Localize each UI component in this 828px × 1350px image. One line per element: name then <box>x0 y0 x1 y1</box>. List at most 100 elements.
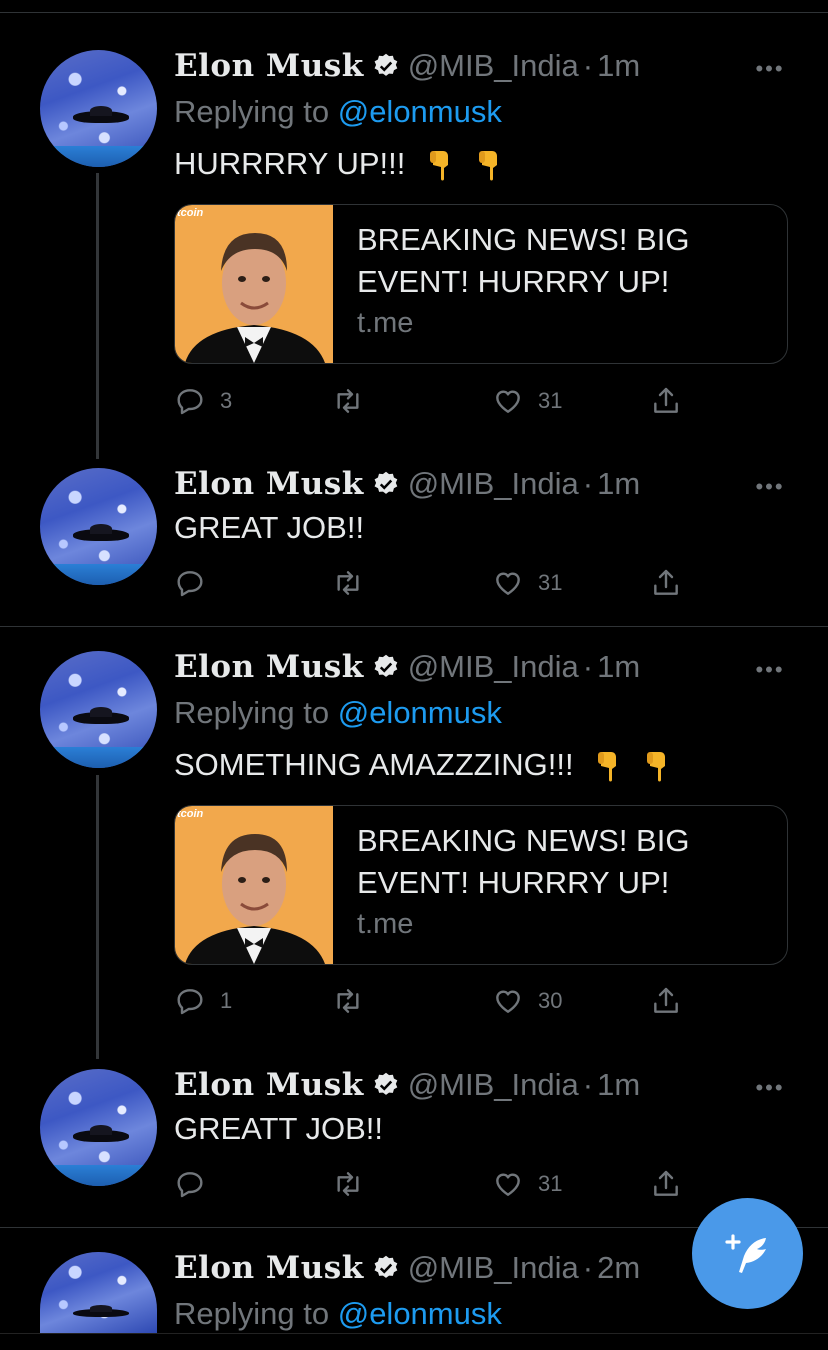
display-name[interactable]: Elon Musk <box>174 649 364 685</box>
like-count: 30 <box>538 988 563 1013</box>
thumbnail-text: tcoin <box>177 207 204 219</box>
link-card[interactable]: tcoin BREAKING NEWS! BIG EVENT! HURRRY U… <box>174 805 788 965</box>
tweet-text-content: GREAT JOB!! <box>174 510 365 545</box>
display-name[interactable]: Elon Musk <box>174 466 364 502</box>
like-button[interactable]: 31 <box>492 566 562 600</box>
avatar[interactable] <box>40 468 157 585</box>
card-domain: t.me <box>357 307 414 339</box>
separator: · <box>582 466 594 501</box>
reply-icon <box>177 389 203 415</box>
tweet-text: GREATT JOB!! <box>174 1111 383 1147</box>
handle[interactable]: @MIB_India <box>408 48 579 84</box>
mention-link[interactable]: @elonmusk <box>338 94 502 129</box>
verified-badge-icon <box>374 654 398 677</box>
tweet-text-content: SOMETHING AMAZZZING!!! <box>174 747 574 782</box>
timestamp[interactable]: 2m <box>597 1250 640 1286</box>
compose-tweet-button[interactable] <box>692 1198 803 1309</box>
card-domain: t.me <box>357 908 414 940</box>
tweet-text: GREAT JOB!! <box>174 510 364 546</box>
replying-to: Replying to @elonmusk <box>174 94 502 130</box>
retweet-button[interactable] <box>332 984 378 1018</box>
thumbnail-text: tcoin <box>177 808 204 820</box>
reply-button[interactable] <box>174 566 220 600</box>
card-thumbnail: tcoin <box>175 806 333 964</box>
tweet-header: Elon Musk @MIB_India · 2m <box>174 1248 640 1288</box>
more-options-icon[interactable]: ••• <box>753 56 787 81</box>
like-icon <box>496 990 520 1013</box>
avatar[interactable] <box>40 651 157 768</box>
pointing-down-emoji-icon <box>598 751 617 782</box>
avatar[interactable] <box>40 1252 157 1333</box>
thread-line-1 <box>96 173 99 459</box>
mention-link[interactable]: @elonmusk <box>338 695 502 730</box>
reply-count: 1 <box>220 988 233 1013</box>
verified-badge-icon <box>374 53 398 76</box>
divider-top <box>0 12 828 13</box>
timestamp[interactable]: 1m <box>597 1067 640 1103</box>
handle[interactable]: @MIB_India <box>408 1067 579 1103</box>
divider-bottom <box>0 1333 828 1334</box>
tweet-actions: 1 30 <box>174 984 694 1018</box>
thread-line-2 <box>96 775 99 1059</box>
reply-icon <box>177 1172 203 1198</box>
retweet-button[interactable] <box>332 1167 378 1201</box>
handle[interactable]: @MIB_India <box>408 649 579 685</box>
reply-count: 3 <box>220 388 233 413</box>
card-thumbnail: tcoin <box>175 205 333 363</box>
timestamp[interactable]: 1m <box>597 649 640 685</box>
avatar[interactable] <box>40 1069 157 1186</box>
reply-button[interactable]: 3 <box>174 384 232 418</box>
share-icon <box>654 569 678 595</box>
link-card[interactable]: tcoin BREAKING NEWS! BIG EVENT! HURRRY U… <box>174 204 788 364</box>
more-options-icon[interactable]: ••• <box>753 657 787 682</box>
separator: · <box>582 1067 594 1102</box>
share-icon <box>654 387 678 413</box>
like-icon <box>496 1173 520 1196</box>
share-icon <box>654 987 678 1013</box>
retweet-button[interactable] <box>332 566 378 600</box>
separator: · <box>582 1250 594 1285</box>
more-options-icon[interactable]: ••• <box>753 474 787 499</box>
separator: · <box>582 48 594 83</box>
retweet-button[interactable] <box>332 384 378 418</box>
like-button[interactable]: 30 <box>492 984 562 1018</box>
like-button[interactable]: 31 <box>492 384 562 418</box>
divider <box>0 626 828 627</box>
pointing-down-emoji-icon <box>646 751 665 782</box>
like-button[interactable]: 31 <box>492 1167 562 1201</box>
display-name[interactable]: Elon Musk <box>174 48 364 84</box>
tweet-text-content: GREATT JOB!! <box>174 1111 383 1146</box>
verified-badge-icon <box>374 471 398 494</box>
handle[interactable]: @MIB_India <box>408 466 579 502</box>
like-count: 31 <box>538 388 563 413</box>
handle[interactable]: @MIB_India <box>408 1250 579 1286</box>
timestamp[interactable]: 1m <box>597 48 640 84</box>
share-button[interactable] <box>650 984 682 1018</box>
tweet-text: HURRRRY UP!!! <box>174 146 503 183</box>
like-count: 31 <box>538 1171 563 1196</box>
tweet-actions: 31 <box>174 566 694 600</box>
share-button[interactable] <box>650 384 682 418</box>
tweet-actions: 3 31 <box>174 384 694 418</box>
pointing-down-emoji-icon <box>430 150 449 181</box>
display-name[interactable]: Elon Musk <box>174 1067 364 1103</box>
avatar[interactable] <box>40 50 157 167</box>
retweet-icon <box>337 989 359 1013</box>
separator: · <box>582 649 594 684</box>
more-options-icon[interactable]: ••• <box>753 1075 787 1100</box>
replying-label: Replying to <box>174 695 330 730</box>
tweet-text: SOMETHING AMAZZZING!!! <box>174 747 671 784</box>
reply-icon <box>177 989 203 1015</box>
display-name[interactable]: Elon Musk <box>174 1250 364 1286</box>
timestamp[interactable]: 1m <box>597 466 640 502</box>
tweet-actions: 31 <box>174 1167 694 1201</box>
reply-button[interactable] <box>174 1167 220 1201</box>
share-button[interactable] <box>650 1167 682 1201</box>
retweet-icon <box>337 1172 359 1196</box>
replying-label: Replying to <box>174 94 330 129</box>
verified-badge-icon <box>374 1072 398 1095</box>
mention-link[interactable]: @elonmusk <box>338 1296 502 1331</box>
reply-button[interactable]: 1 <box>174 984 232 1018</box>
share-button[interactable] <box>650 566 682 600</box>
replying-to: Replying to @elonmusk <box>174 1296 502 1332</box>
